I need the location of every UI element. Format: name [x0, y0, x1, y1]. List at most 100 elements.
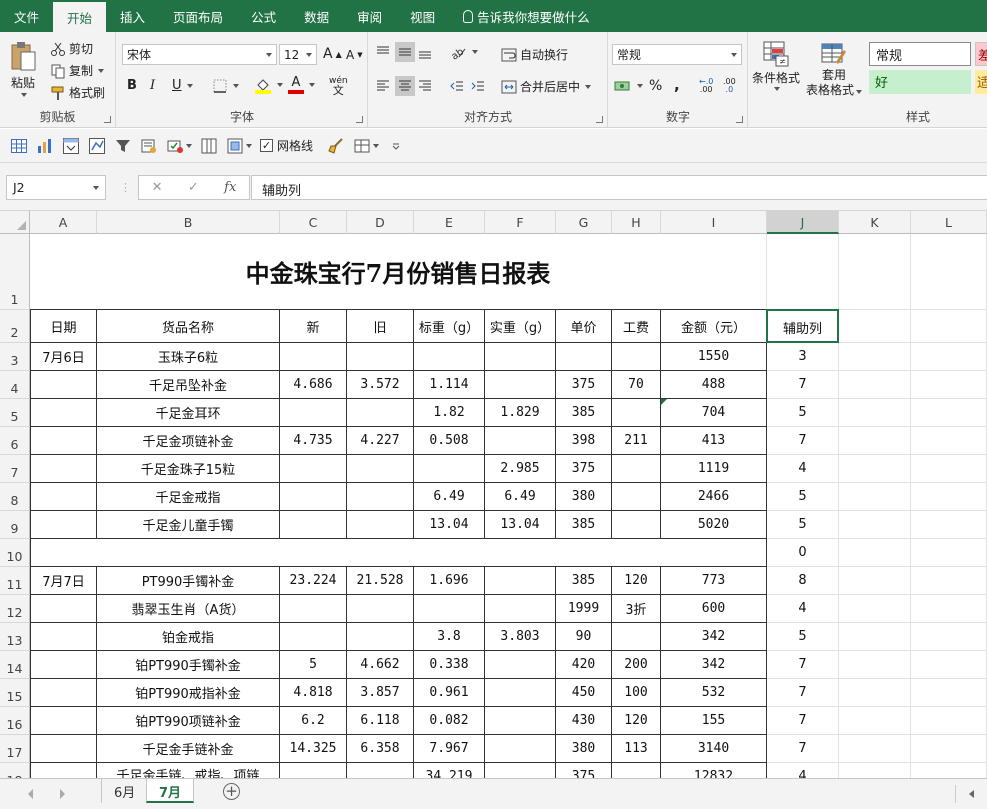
table-cell[interactable] [347, 483, 414, 511]
copy-button[interactable]: 复制 [50, 62, 105, 79]
grid-cell[interactable] [911, 763, 987, 778]
broom-button[interactable] [325, 135, 347, 157]
table-cell[interactable]: 100 [612, 679, 661, 707]
row-header[interactable]: 1 [0, 234, 30, 310]
table-cell[interactable]: 4.735 [280, 427, 347, 455]
tab-review[interactable]: 审阅 [343, 0, 396, 32]
table-cell[interactable] [30, 623, 97, 651]
grid-cell[interactable] [911, 707, 987, 735]
increase-decimal-button[interactable]: ←.0.00 [699, 78, 713, 94]
outline-button[interactable] [224, 135, 254, 157]
table-cell[interactable]: 铂PT990手镯补金 [97, 651, 280, 679]
table-cell[interactable]: 1999 [556, 595, 612, 623]
table-cell[interactable]: 380 [556, 735, 612, 763]
pivot-chart-button[interactable] [34, 135, 56, 157]
helper-cell[interactable]: 0 [767, 539, 839, 567]
grid-cell[interactable] [911, 595, 987, 623]
table-cell[interactable] [347, 343, 414, 371]
table-cell[interactable]: 7.967 [414, 735, 485, 763]
table-cell[interactable] [30, 679, 97, 707]
row-header[interactable]: 7 [0, 455, 30, 483]
clipboard-launcher-icon[interactable] [104, 116, 111, 123]
table-cell[interactable] [347, 455, 414, 483]
table-cell[interactable]: 23.224 [280, 567, 347, 595]
column-header[interactable]: J [767, 211, 839, 234]
formula-input[interactable]: 辅助列 [251, 175, 987, 200]
helper-cell[interactable]: 4 [767, 455, 839, 483]
table-cell[interactable] [485, 427, 556, 455]
merge-center-button[interactable]: 合并后居中 [501, 78, 592, 95]
paste-button[interactable]: 粘贴 [9, 40, 37, 97]
table-cell[interactable]: 3.572 [347, 371, 414, 399]
column-layout-button[interactable] [198, 135, 220, 157]
font-size-select[interactable]: 12 [279, 44, 317, 65]
style-good[interactable]: 好 [869, 70, 971, 94]
table-cell[interactable] [485, 343, 556, 371]
align-top-button[interactable] [375, 44, 391, 60]
style-bad[interactable]: 差 [975, 42, 987, 66]
table-cell[interactable]: 2466 [661, 483, 767, 511]
table-cell[interactable]: 375 [556, 763, 612, 778]
table-cell[interactable]: 4.227 [347, 427, 414, 455]
table-cell[interactable] [485, 371, 556, 399]
table-cell[interactable] [30, 511, 97, 539]
prev-sheet-icon[interactable] [28, 789, 33, 799]
grid-cell[interactable] [911, 735, 987, 763]
tab-home[interactable]: 开始 [53, 2, 107, 32]
decrease-indent-button[interactable] [449, 78, 465, 94]
table-cell[interactable] [347, 399, 414, 427]
table-cell[interactable] [280, 455, 347, 483]
helper-cell[interactable]: 4 [767, 763, 839, 778]
decrease-decimal-button[interactable]: .00.0 [723, 78, 736, 94]
table-cell[interactable] [30, 371, 97, 399]
helper-cell[interactable]: 7 [767, 371, 839, 399]
table-header-cell[interactable]: 实重（g） [485, 310, 556, 343]
grid-cell[interactable] [911, 539, 987, 567]
table-cell[interactable] [556, 343, 612, 371]
column-header[interactable]: H [612, 211, 661, 234]
table-cell[interactable] [485, 763, 556, 778]
column-header[interactable]: A [30, 211, 97, 234]
grid-cell[interactable] [839, 623, 911, 651]
table-header-cell[interactable]: 旧 [347, 310, 414, 343]
grid-cell[interactable] [911, 567, 987, 595]
grid-cell[interactable] [911, 399, 987, 427]
bold-button[interactable]: B [127, 78, 137, 93]
table-cell[interactable]: 千足吊坠补金 [97, 371, 280, 399]
grid-cell[interactable] [839, 763, 911, 778]
data-validation-button[interactable] [164, 135, 194, 157]
grid-cell[interactable] [839, 651, 911, 679]
column-header[interactable]: E [414, 211, 485, 234]
insert-table-button[interactable] [8, 135, 30, 157]
table-cell[interactable]: 704 [661, 399, 767, 427]
table-cell[interactable]: 1.82 [414, 399, 485, 427]
table-cell[interactable]: 1119 [661, 455, 767, 483]
cancel-icon[interactable]: ✕ [152, 180, 163, 195]
italic-button[interactable]: I [150, 78, 155, 93]
column-header[interactable]: G [556, 211, 612, 234]
table-cell[interactable] [414, 595, 485, 623]
table-cell[interactable]: 21.528 [347, 567, 414, 595]
gridlines-toggle[interactable]: ✓ 网格线 [260, 137, 313, 154]
table-cell[interactable] [30, 483, 97, 511]
spreadsheet-grid[interactable]: ABCDEFGHIJKL123456789101112131415161718辅… [0, 211, 987, 778]
recommended-pivot-button[interactable] [86, 135, 108, 157]
table-cell[interactable]: 2.985 [485, 455, 556, 483]
align-bottom-button[interactable] [417, 44, 433, 60]
row-header[interactable]: 3 [0, 343, 30, 371]
table-cell[interactable]: 375 [556, 455, 612, 483]
orientation-button[interactable]: ab [449, 44, 478, 60]
table-cell[interactable] [347, 511, 414, 539]
table-cell[interactable]: 420 [556, 651, 612, 679]
table-cell[interactable]: 3140 [661, 735, 767, 763]
row-header[interactable]: 18 [0, 763, 30, 778]
font-name-select[interactable]: 宋体 [122, 44, 277, 65]
table-cell[interactable] [485, 679, 556, 707]
accounting-format-button[interactable] [614, 78, 643, 94]
row-header[interactable]: 14 [0, 651, 30, 679]
table-cell[interactable]: 200 [612, 651, 661, 679]
clear-filter-button[interactable] [138, 135, 160, 157]
name-box[interactable]: J2 [6, 175, 106, 200]
table-cell[interactable]: 0.961 [414, 679, 485, 707]
grid-cell[interactable] [839, 371, 911, 399]
